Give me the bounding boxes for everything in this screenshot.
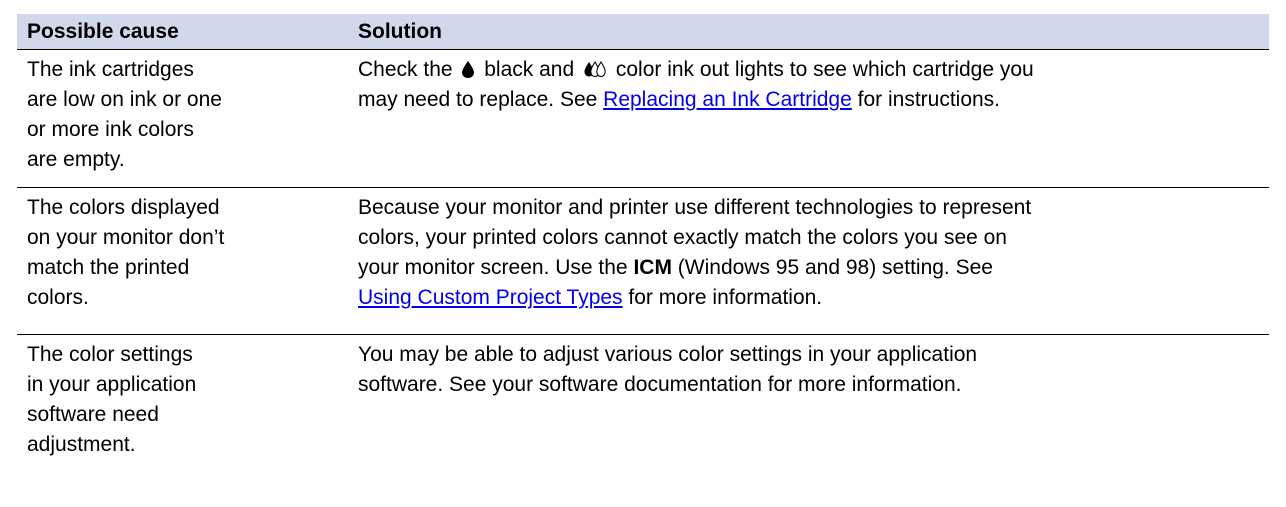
solution-text: color ink out lights to see which cartri…	[615, 58, 1034, 81]
table-row: The color settings in your application s…	[17, 335, 1269, 475]
cause-line: software need	[27, 403, 159, 426]
cause-cell: The ink cartridges are low on ink or one…	[17, 50, 344, 187]
solution-line: Using Custom Project Types for more info…	[358, 283, 1269, 313]
solution-text: for instructions.	[851, 88, 1001, 111]
solution-line: You may be able to adjust various color …	[358, 343, 978, 366]
cause-line: The color settings	[27, 343, 193, 366]
cause-line: are low on ink or one	[27, 88, 222, 111]
table-row: The ink cartridges are low on ink or one…	[17, 50, 1269, 188]
cause-line: match the printed	[27, 256, 190, 279]
solution-cell: Because your monitor and printer use dif…	[344, 188, 1269, 334]
cause-line: adjustment.	[27, 433, 136, 456]
solution-line: may need to replace. See Replacing an In…	[358, 85, 1269, 115]
cause-cell: The colors displayed on your monitor don…	[17, 188, 344, 334]
cause-line: The colors displayed	[27, 196, 220, 219]
solution-text: (Windows 95 and 98) setting. See	[671, 256, 993, 279]
troubleshooting-table: Possible cause Solution The ink cartridg…	[17, 14, 1269, 475]
solution-cell: You may be able to adjust various color …	[344, 335, 1269, 475]
solution-line: Because your monitor and printer use dif…	[358, 196, 1032, 219]
solution-cell: Check the black and color ink out lights…	[344, 50, 1269, 187]
table-header-row: Possible cause Solution	[17, 14, 1269, 50]
solution-text: for more information.	[622, 286, 823, 309]
cause-cell: The color settings in your application s…	[17, 335, 344, 475]
solution-text: Check the	[358, 58, 453, 81]
solution-text: black and	[484, 58, 575, 81]
cause-line: are empty.	[27, 148, 125, 171]
cause-line: The ink cartridges	[27, 58, 194, 81]
icm-setting-label: ICM	[633, 256, 672, 279]
header-solution: Solution	[358, 20, 442, 43]
header-possible-cause: Possible cause	[27, 20, 179, 43]
cause-line: on your monitor don’t	[27, 226, 225, 249]
cause-line: colors.	[27, 286, 89, 309]
black-ink-drop-icon	[462, 61, 475, 78]
cause-line: or more ink colors	[27, 118, 194, 141]
using-custom-project-types-link[interactable]: Using Custom Project Types	[358, 286, 623, 309]
color-ink-drops-icon	[584, 61, 606, 78]
solution-line: Check the black and color ink out lights…	[358, 55, 1269, 85]
replacing-ink-cartridge-link[interactable]: Replacing an Ink Cartridge	[603, 88, 852, 111]
solution-text: your monitor screen. Use the	[358, 256, 634, 279]
solution-line: your monitor screen. Use the ICM (Window…	[358, 253, 1269, 283]
table-row: The colors displayed on your monitor don…	[17, 188, 1269, 335]
solution-line: software. See your software documentatio…	[358, 373, 962, 396]
cause-line: in your application	[27, 373, 197, 396]
solution-line: colors, your printed colors cannot exact…	[358, 226, 1007, 249]
solution-text: may need to replace. See	[358, 88, 604, 111]
